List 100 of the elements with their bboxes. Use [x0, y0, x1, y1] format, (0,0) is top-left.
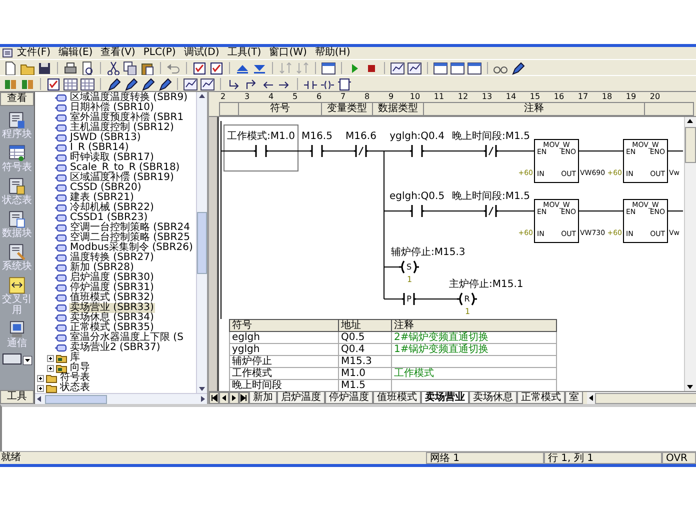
- tab-scroll-button[interactable]: [209, 392, 219, 404]
- tree-item[interactable]: 符号表: [59, 373, 91, 383]
- menu-item[interactable]: 工具(T): [223, 47, 266, 59]
- tree-item[interactable]: 停炉温度 (SBR31): [69, 283, 155, 293]
- preview-icon[interactable]: [80, 60, 95, 74]
- expand-icon[interactable]: [37, 384, 44, 392]
- table-cell: 2#锅炉变频直通切换: [392, 332, 556, 344]
- status-panel: 网络 1: [426, 452, 544, 464]
- subroutine-icon: [55, 254, 67, 262]
- subroutine-icon: [55, 174, 67, 182]
- copy-icon[interactable]: [123, 60, 138, 74]
- table-cell: yglgh: [230, 344, 338, 356]
- chart-icon[interactable]: [200, 76, 215, 90]
- tree-item[interactable]: 时钟读取 (SBR17): [69, 153, 155, 163]
- scrollbar-thumb[interactable]: [685, 127, 696, 163]
- tree-item[interactable]: CSSD1 (SBR23): [69, 213, 149, 223]
- grid-icon[interactable]: [63, 76, 78, 90]
- subroutine-icon: [55, 324, 67, 332]
- tree-item[interactable]: 卖场营业2 (SBR37): [69, 343, 162, 353]
- tree-item[interactable]: 卖场休息 (SBR34): [69, 313, 155, 323]
- menu-item[interactable]: 查看(V): [96, 47, 140, 59]
- print-icon[interactable]: [63, 60, 78, 74]
- checklist-icon[interactable]: [46, 76, 61, 90]
- tree-item[interactable]: 室温分水器温度上下限 (S: [69, 333, 184, 343]
- menu-item[interactable]: 文件(F): [13, 47, 55, 59]
- table-cell: M1.0: [338, 368, 392, 380]
- tab[interactable]: 新加: [249, 392, 277, 404]
- subroutine-icon: [55, 164, 67, 172]
- tree-item[interactable]: I_R (SBR14): [69, 143, 130, 153]
- tree-item[interactable]: 区域温度补偿 (SBR19): [69, 173, 175, 183]
- window-icon[interactable]: [450, 60, 465, 74]
- scrollbar-thumb[interactable]: [197, 212, 207, 274]
- tree-item[interactable]: 库: [69, 353, 81, 363]
- horizontal-scrollbar[interactable]: [35, 393, 207, 404]
- chart-icon[interactable]: [407, 60, 422, 74]
- window-stack-icon: [8, 243, 26, 261]
- checklist-icon[interactable]: [209, 60, 224, 74]
- menu-item[interactable]: 调试(D): [180, 47, 224, 59]
- vertical-scrollbar[interactable]: [684, 117, 696, 391]
- tree-item[interactable]: 值班模式 (SBR32): [69, 293, 155, 303]
- tree-item[interactable]: 向导: [69, 363, 91, 373]
- checklist-icon[interactable]: [192, 60, 207, 74]
- window-stack-icon: [8, 276, 26, 294]
- contact-label: yglgh:Q0.4: [390, 131, 444, 142]
- chart-icon[interactable]: [390, 60, 405, 74]
- subroutine-icon: [55, 114, 67, 122]
- folder-icon: [46, 374, 57, 382]
- column-header: 符号: [230, 320, 338, 332]
- horizontal-scrollbar[interactable]: [587, 392, 696, 404]
- scrollbar-thumb[interactable]: [45, 394, 107, 404]
- tree-item[interactable]: 空调二台控制策略 (SBR25: [69, 233, 191, 243]
- window-icon[interactable]: [321, 60, 336, 74]
- chart-icon[interactable]: [183, 76, 198, 90]
- tree-item[interactable]: Modbus采集制令 (SBR26): [69, 243, 194, 253]
- tree-item[interactable]: 正常模式 (SBR35): [69, 323, 155, 333]
- vertical-scrollbar[interactable]: [196, 92, 207, 393]
- tab[interactable]: 启炉温度: [277, 392, 325, 404]
- tree-item[interactable]: 主机温度控制 (SBR12): [69, 123, 175, 133]
- grid-icon[interactable]: [80, 76, 95, 90]
- tab-scroll-button[interactable]: [239, 392, 249, 404]
- cut-icon[interactable]: [106, 60, 121, 74]
- tree-item[interactable]: 启炉温度 (SBR30): [69, 273, 155, 283]
- expand-icon[interactable]: [47, 364, 54, 372]
- scroll-left-icon[interactable]: [587, 394, 595, 402]
- ruler-number: 5: [291, 92, 299, 102]
- tab[interactable]: 停炉温度: [325, 392, 373, 404]
- box-icon[interactable]: [337, 76, 352, 90]
- scrollbar-thumb[interactable]: [595, 392, 696, 404]
- menu-item[interactable]: 编辑(E): [54, 47, 97, 59]
- tree-item[interactable]: 状态表: [59, 383, 91, 393]
- menu-item[interactable]: 窗口(W): [265, 47, 311, 59]
- window-icon[interactable]: [467, 60, 482, 74]
- tab[interactable]: 值班模式: [373, 392, 421, 404]
- paste-icon[interactable]: [140, 60, 155, 74]
- ruler-number: 16: [552, 92, 566, 102]
- tree-item[interactable]: JSWD (SBR13): [69, 133, 142, 143]
- menu-item[interactable]: PLC(P): [139, 47, 180, 59]
- dropdown-icon[interactable]: [23, 356, 32, 365]
- tree-item[interactable]: 室外温度预度补偿 (SBR1: [69, 113, 185, 123]
- tree-item[interactable]: 冷却机械 (SBR22): [69, 203, 155, 213]
- expand-icon[interactable]: [37, 374, 44, 382]
- tree-item[interactable]: CSSD (SBR20): [69, 183, 142, 193]
- tree-item[interactable]: 卖场营业 (SBR33): [69, 303, 155, 313]
- tree-item[interactable]: 温度转换 (SBR27): [69, 253, 155, 263]
- window-icon[interactable]: [433, 60, 448, 74]
- tab[interactable]: 正常模式: [517, 392, 565, 404]
- tab[interactable]: 卖场休息: [469, 392, 517, 404]
- tree-item[interactable]: 空调一台控制策略 (SBR24: [69, 223, 191, 233]
- expand-icon[interactable]: [47, 354, 54, 362]
- tree-item[interactable]: 新加 (SBR28): [69, 263, 135, 273]
- contact-label: M16.5: [302, 131, 332, 142]
- tree-item[interactable]: Scale_R_to_R (SBR18): [69, 163, 181, 173]
- tab[interactable]: 卖场营业: [421, 392, 469, 404]
- tab[interactable]: 室: [565, 392, 583, 404]
- menu-item[interactable]: 帮助(H): [310, 47, 354, 59]
- save-icon[interactable]: [37, 60, 52, 74]
- tree-item[interactable]: 建表 (SBR21): [69, 193, 135, 203]
- coil-symbol: [398, 260, 420, 274]
- contact-label: M16.6: [346, 131, 376, 142]
- tree-item[interactable]: 日期补偿 (SBR10): [69, 103, 155, 113]
